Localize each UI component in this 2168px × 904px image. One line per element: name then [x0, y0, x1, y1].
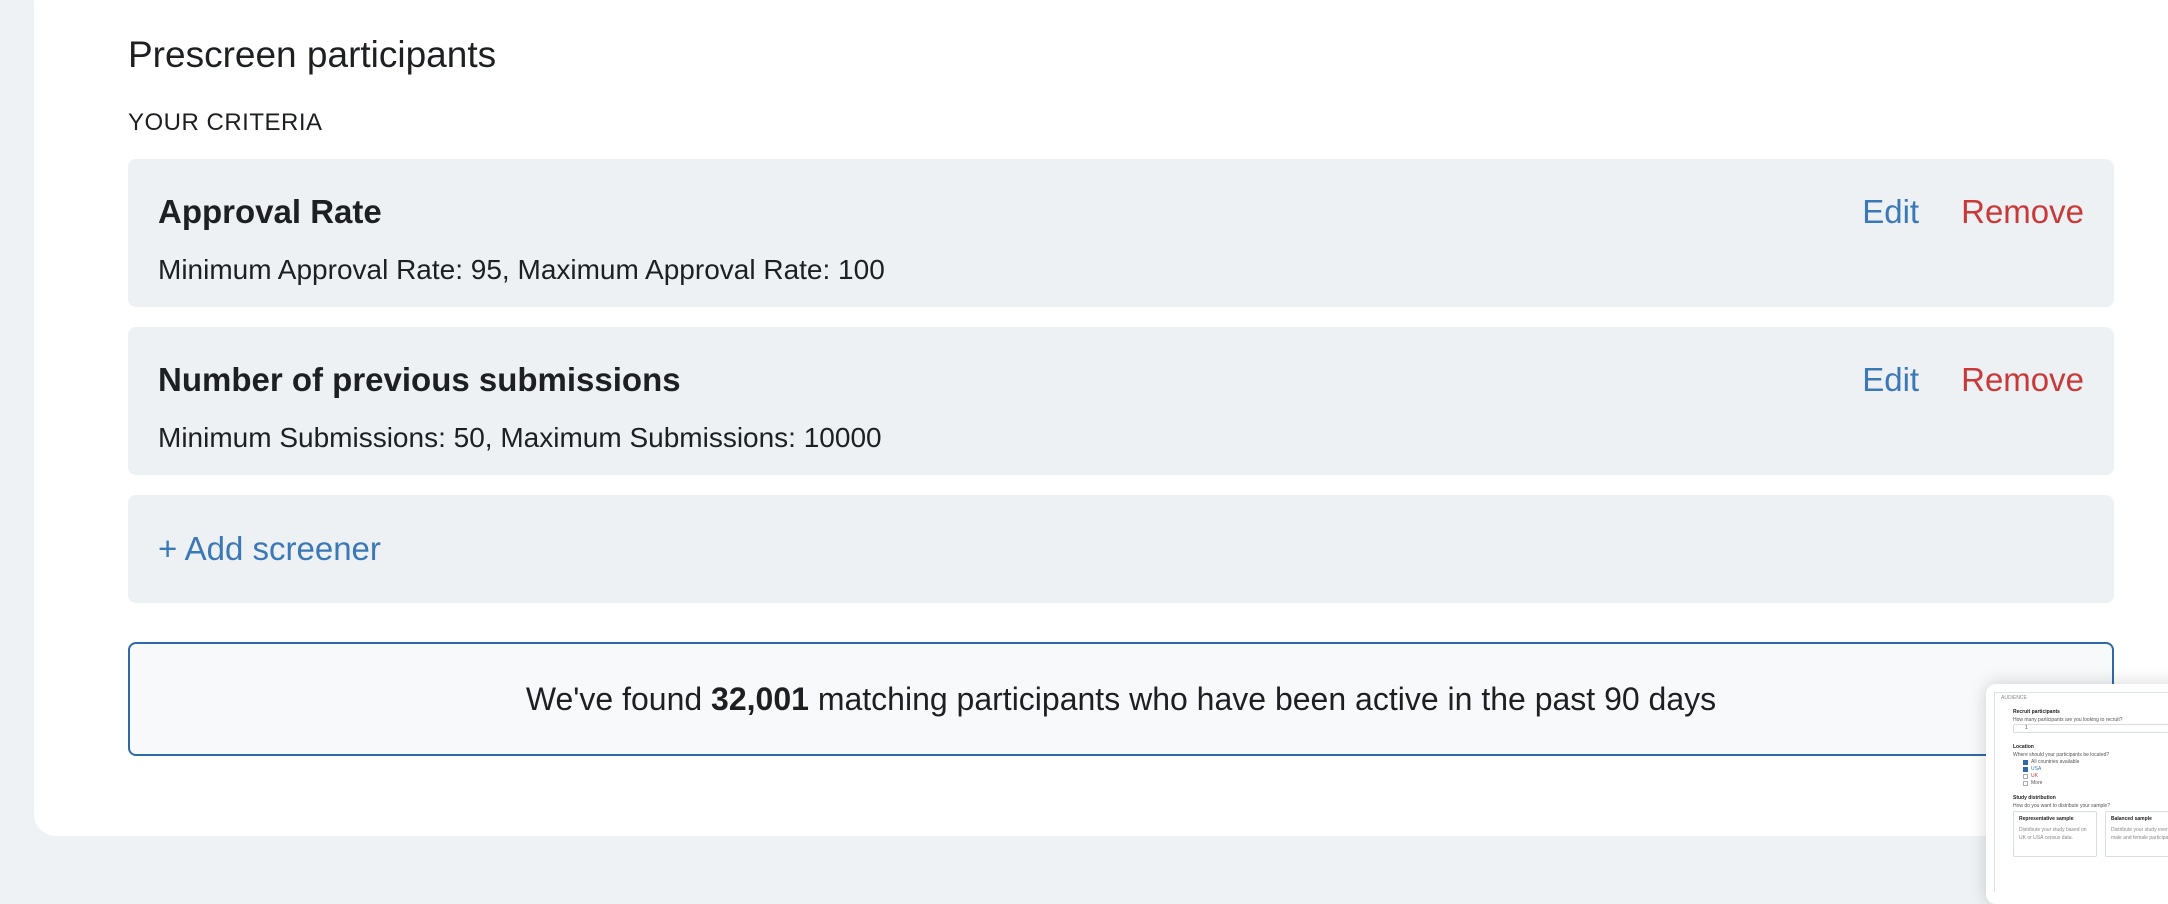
thumb-location-option: UK: [2031, 773, 2038, 779]
criterion-title: Number of previous submissions: [158, 361, 681, 398]
thumb-recruit-value: 1: [2025, 725, 2028, 731]
criteria-label: YOUR CRITERIA: [128, 109, 323, 136]
criterion-description: Minimum Submissions: 50, Maximum Submiss…: [158, 422, 882, 453]
thumb-checkbox: [2023, 781, 2028, 786]
thumb-checkbox: [2023, 760, 2028, 765]
thumb-option-a-desc: Distribute your study based on UK or USA…: [2019, 827, 2087, 841]
add-screener-card[interactable]: + Add screener: [128, 495, 2114, 603]
thumb-recruit-input: [2013, 724, 2168, 733]
thumb-recruit-title: Recruit participants: [2013, 709, 2060, 715]
main-panel: Prescreen participants YOUR CRITERIA App…: [34, 0, 2168, 836]
remove-button[interactable]: Remove: [1961, 361, 2084, 399]
criterion-card-previous-submissions: Number of previous submissions Minimum S…: [128, 327, 2114, 475]
edit-button[interactable]: Edit: [1862, 193, 1919, 231]
thumb-checkbox: [2023, 774, 2028, 779]
thumb-distribution-question: How do you want to distribute your sampl…: [2013, 803, 2110, 809]
thumb-location-question: Where should your participants be locate…: [2013, 752, 2110, 758]
thumbnail-content: AUDIENCE Recruit participants How many p…: [1994, 692, 2168, 892]
thumb-checkbox: [2023, 767, 2028, 772]
result-suffix: matching participants who have been acti…: [808, 680, 1717, 717]
criterion-card-approval-rate: Approval Rate Minimum Approval Rate: 95,…: [128, 159, 2114, 307]
preview-thumbnail[interactable]: AUDIENCE Recruit participants How many p…: [1986, 684, 2168, 904]
thumb-location-title: Location: [2013, 744, 2034, 750]
criterion-actions: Edit Remove: [1862, 361, 2084, 399]
thumb-option-a-title: Representative sample: [2019, 816, 2074, 822]
thumb-option-b-desc: Distribute your study evenly to male and…: [2111, 827, 2168, 841]
thumb-distribution-title: Study distribution: [2013, 795, 2056, 801]
thumb-recruit-question: How many participants are you looking to…: [2013, 717, 2123, 723]
thumb-option-b-title: Balanced sample: [2111, 816, 2152, 822]
thumb-header: AUDIENCE: [2001, 695, 2027, 701]
thumb-location-option: USA: [2031, 766, 2042, 772]
result-prefix: We've found: [525, 680, 712, 717]
thumb-location-option: All countries available: [2031, 759, 2080, 765]
remove-button[interactable]: Remove: [1961, 193, 2084, 231]
criterion-title: Approval Rate: [158, 193, 382, 230]
thumb-location-option: More: [2031, 780, 2043, 786]
criterion-actions: Edit Remove: [1862, 193, 2084, 231]
section-title: Prescreen participants: [128, 34, 497, 75]
edit-button[interactable]: Edit: [1862, 361, 1919, 399]
add-screener-button[interactable]: + Add screener: [158, 530, 381, 568]
criterion-description: Minimum Approval Rate: 95, Maximum Appro…: [158, 254, 885, 285]
result-count: 32,001: [711, 680, 809, 717]
matching-participants-banner: We've found 32,001 matching participants…: [128, 642, 2114, 756]
